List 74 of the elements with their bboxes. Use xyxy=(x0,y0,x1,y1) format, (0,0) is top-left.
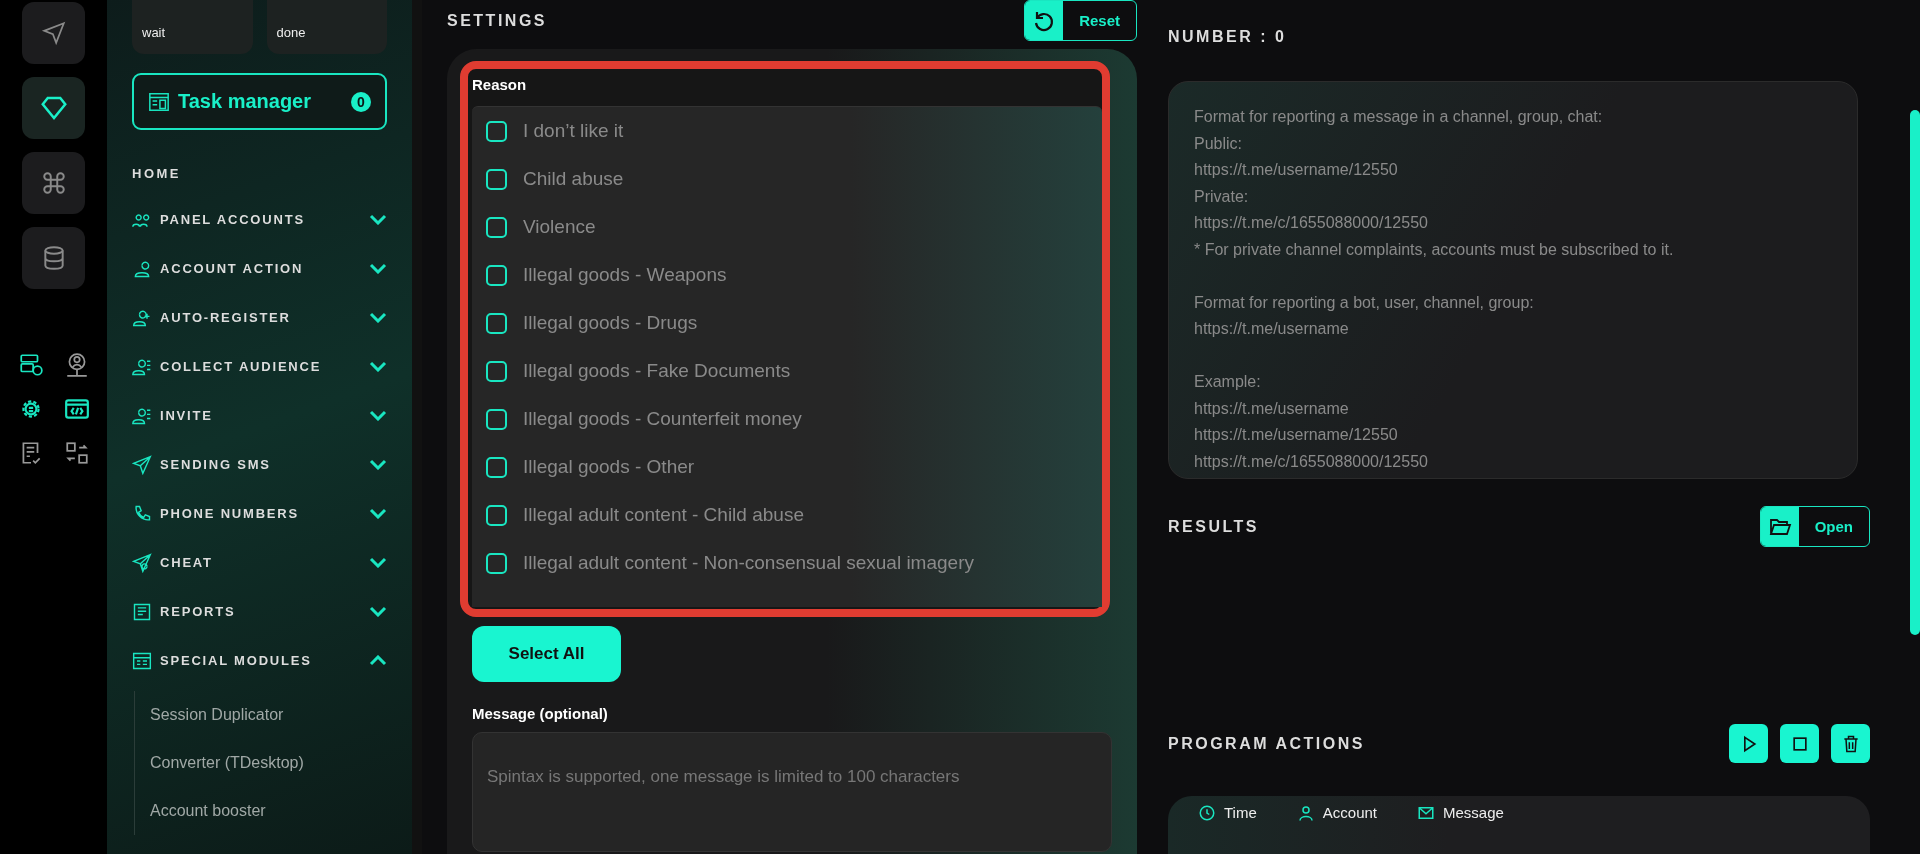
checkbox[interactable] xyxy=(486,120,507,142)
checkbox[interactable] xyxy=(486,312,507,334)
mail-icon xyxy=(1417,804,1435,822)
clock-icon xyxy=(1198,804,1216,822)
checkbox[interactable] xyxy=(486,456,507,478)
rail-tile[interactable] xyxy=(22,152,85,214)
swap-icon[interactable] xyxy=(63,440,90,466)
nav-icon xyxy=(132,601,152,622)
field-label: Reason xyxy=(472,75,528,95)
nav-item[interactable]: PANEL ACCOUNTS xyxy=(132,195,387,244)
reason-option[interactable]: Child abuse xyxy=(472,155,1102,203)
reason-option[interactable]: Illegal adult content - Child abuse xyxy=(472,491,1102,539)
home-link[interactable]: HOME xyxy=(132,166,387,181)
reason-option[interactable]: Illegal goods - Weapons xyxy=(472,251,1102,299)
column-label: Account xyxy=(1322,804,1377,821)
code-window-icon[interactable] xyxy=(63,396,90,422)
nav-item[interactable]: INVITE xyxy=(132,391,387,440)
rail-tile[interactable] xyxy=(22,227,85,289)
reason-option[interactable]: Illegal adult content - Non-consensual sexual imagery xyxy=(472,539,1102,587)
nav-item[interactable]: PHONE NUMBERS xyxy=(132,489,387,538)
checkbox[interactable] xyxy=(486,264,507,286)
nav-item[interactable]: REPORTS xyxy=(132,587,387,636)
section-title: PROGRAM ACTIONS xyxy=(1168,734,1365,753)
nav-item[interactable]: ACCOUNT ACTION xyxy=(132,244,387,293)
server-check-icon[interactable] xyxy=(17,352,44,378)
message-field[interactable]: Spintax is supported, one message is limited to 100 characters xyxy=(472,732,1112,852)
checkbox[interactable] xyxy=(486,360,507,382)
checkbox[interactable] xyxy=(486,552,507,574)
task-list-icon xyxy=(148,90,170,113)
nav-icon xyxy=(132,503,152,524)
reason-option[interactable]: Violence xyxy=(472,203,1102,251)
reason-option[interactable]: Illegal goods - Drugs xyxy=(472,299,1102,347)
nav-item[interactable]: CHEAT xyxy=(132,538,387,587)
task-manager-button[interactable]: Task manager 0 xyxy=(132,73,387,130)
submenu-item[interactable]: Converter (TDesktop) xyxy=(150,739,387,787)
nav-icon xyxy=(132,650,152,671)
section-title: SETTINGS xyxy=(447,11,547,30)
reason-option[interactable]: Illegal goods - Other xyxy=(472,443,1102,491)
nav-item[interactable]: COLLECT AUDIENCE xyxy=(132,342,387,391)
open-button[interactable]: Open xyxy=(1759,506,1870,547)
checkbox[interactable] xyxy=(486,408,507,430)
select-all-button[interactable]: Select All xyxy=(472,626,621,682)
send-icon xyxy=(40,20,67,46)
user-icon xyxy=(1296,804,1315,822)
section-title: NUMBER : 0 xyxy=(1168,27,1287,46)
nav-item[interactable]: SENDING SMS xyxy=(132,440,387,489)
scrollbar-thumb[interactable] xyxy=(1910,110,1920,635)
nav-icon xyxy=(132,552,152,573)
stat-label: wait xyxy=(142,25,166,40)
column-label: Message xyxy=(1443,804,1504,821)
nav-item[interactable]: SPECIAL MODULES xyxy=(132,636,387,685)
reset-button[interactable]: Reset xyxy=(1024,0,1137,41)
submenu-item[interactable]: Session Duplicator xyxy=(150,691,387,739)
reason-option[interactable]: I don’t like it xyxy=(472,107,1102,155)
count-badge: 0 xyxy=(351,91,371,112)
links-field[interactable]: Format for reporting a message in a channel, group, chat: Public: https://t.me/username/12550 Private: https://t.me/c/1655088000/12550 * For private channel complaints, accounts must be subscribed to it. Format for reporting a bot, user, channel, group: https://t.me/username Example: https://t.me/username https://t.me/username/12550 https://t.me/c/1655088000/12550 xyxy=(1168,81,1858,479)
field-label: Message (optional) xyxy=(472,705,609,722)
nav-icon xyxy=(132,454,152,475)
reason-option[interactable]: Illegal goods - Counterfeit money xyxy=(472,395,1102,443)
reason-option[interactable]: Illegal goods - Fake Documents xyxy=(472,347,1102,395)
submenu-item[interactable]: Account booster xyxy=(150,787,387,835)
checkbox[interactable] xyxy=(486,216,507,238)
stat-label: done xyxy=(276,25,306,40)
checkbox[interactable] xyxy=(486,168,507,190)
rail-tile[interactable] xyxy=(22,2,85,64)
command-icon xyxy=(40,170,67,196)
checkbox[interactable] xyxy=(486,504,507,526)
play-button[interactable] xyxy=(1729,724,1768,763)
rail-tile[interactable] xyxy=(22,77,85,139)
column-label: Time xyxy=(1224,804,1257,821)
delete-button[interactable] xyxy=(1831,724,1870,763)
nav-item[interactable]: AUTO-REGISTER xyxy=(132,293,387,342)
stop-button[interactable] xyxy=(1780,724,1819,763)
section-title: RESULTS xyxy=(1168,517,1259,536)
